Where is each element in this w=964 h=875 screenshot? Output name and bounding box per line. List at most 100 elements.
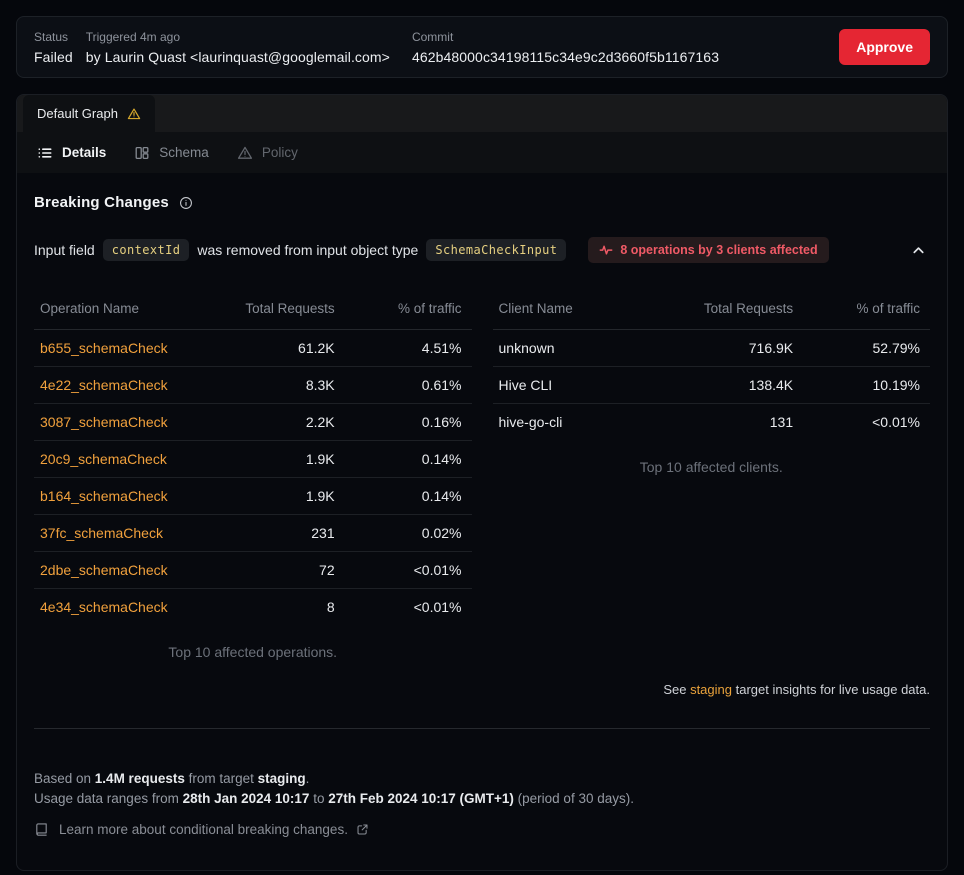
learn-more-label: Learn more about conditional breaking ch… [59,822,348,837]
table-row: unknown 716.9K 52.79% [493,330,931,367]
usage-summary-line1: Based on 1.4M requests from target stagi… [34,769,930,789]
tab-schema-label: Schema [159,145,209,160]
triggered-block: Triggered 4m ago by Laurin Quast <laurin… [86,30,390,65]
usage-tables: Operation Name Total Requests % of traff… [34,291,930,660]
commit-hash: 462b48000c34198115c34e9c2d3660f5b1167163 [412,49,719,65]
graph-tabstrip: Default Graph [17,95,947,132]
col-traffic: % of traffic [803,291,930,330]
requests-value: 716.9K [685,330,803,367]
table-row: Hive CLI 138.4K 10.19% [493,367,931,404]
table-row: 2dbe_schemaCheck 72 <0.01% [34,552,472,589]
col-total-requests: Total Requests [227,291,345,330]
tab-default-graph[interactable]: Default Graph [23,95,155,132]
tab-details[interactable]: Details [23,145,120,161]
operations-caption: Top 10 affected operations. [34,644,472,660]
table-row: b655_schemaCheck 61.2K 4.51% [34,330,472,367]
col-traffic: % of traffic [345,291,472,330]
summary-text: (period of 30 days). [514,791,634,806]
traffic-value: 52.79% [803,330,930,367]
schema-check-page: Status Failed Triggered 4m ago by Laurin… [0,0,964,875]
operation-link[interactable]: 20c9_schemaCheck [40,451,167,467]
affected-badge-label: 8 operations by 3 clients affected [620,243,817,257]
col-client-name: Client Name [493,291,686,330]
warning-triangle-icon [237,145,253,161]
traffic-value: 0.61% [345,367,472,404]
traffic-value: 0.14% [345,478,472,515]
traffic-value: 0.02% [345,515,472,552]
info-icon[interactable] [179,196,193,210]
type-code-badge: SchemaCheckInput [426,239,566,261]
triggered-author: by Laurin Quast <laurinquast@googlemail.… [86,49,390,65]
status-value: Failed [34,49,73,65]
client-name: hive-go-cli [493,404,686,441]
operations-table: Operation Name Total Requests % of traff… [34,291,472,626]
requests-value: 2.2K [227,404,345,441]
client-name: Hive CLI [493,367,686,404]
requests-value: 8 [227,589,345,626]
status-block: Status Failed [34,30,73,65]
change-text-prefix: Input field [34,242,95,258]
tab-details-label: Details [62,145,106,160]
footer-divider [34,728,930,729]
external-link-icon [356,823,369,836]
tab-schema[interactable]: Schema [120,145,223,161]
requests-value: 131 [685,404,803,441]
requests-value: 8.3K [227,367,345,404]
usage-summary: Based on 1.4M requests from target stagi… [34,769,930,809]
list-icon [37,145,53,161]
client-name: unknown [493,330,686,367]
approve-button[interactable]: Approve [839,29,930,65]
table-row: 37fc_schemaCheck 231 0.02% [34,515,472,552]
operation-link[interactable]: 4e22_schemaCheck [40,377,168,393]
target-name: staging [258,771,306,786]
check-header-card: Status Failed Triggered 4m ago by Laurin… [16,16,948,78]
operation-link[interactable]: 37fc_schemaCheck [40,525,163,541]
clients-table-panel: Client Name Total Requests % of traffic … [493,291,931,660]
operation-link[interactable]: b655_schemaCheck [40,340,168,356]
table-row: b164_schemaCheck 1.9K 0.14% [34,478,472,515]
range-end: 27th Feb 2024 10:17 (GMT+1) [328,791,514,806]
summary-text: from target [185,771,258,786]
staging-target-link[interactable]: staging [690,682,732,697]
table-row: 4e22_schemaCheck 8.3K 0.61% [34,367,472,404]
summary-text: to [309,791,328,806]
operation-link[interactable]: 3087_schemaCheck [40,414,168,430]
table-header-row: Client Name Total Requests % of traffic [493,291,931,330]
table-row: 4e34_schemaCheck 8 <0.01% [34,589,472,626]
affected-operations-badge[interactable]: 8 operations by 3 clients affected [588,237,828,263]
requests-value: 1.9K [227,441,345,478]
details-content: Breaking Changes Input field contextId w… [17,194,947,837]
check-detail-card: Default Graph Details Schema [16,94,948,871]
range-start: 28th Jan 2024 10:17 [183,791,310,806]
change-text-middle: was removed from input object type [197,242,418,258]
breaking-change-row[interactable]: Input field contextId was removed from i… [34,237,930,263]
page-title: Breaking Changes [34,194,169,211]
insights-pre: See [663,682,690,697]
chevron-up-icon[interactable] [907,239,930,262]
operation-link[interactable]: b164_schemaCheck [40,488,168,504]
clients-caption: Top 10 affected clients. [493,459,931,475]
traffic-value: <0.01% [345,552,472,589]
clients-table: Client Name Total Requests % of traffic … [493,291,931,441]
traffic-value: <0.01% [345,589,472,626]
table-row: hive-go-cli 131 <0.01% [493,404,931,441]
tab-policy[interactable]: Policy [223,145,312,161]
insights-post: target insights for live usage data. [732,682,930,697]
target-insights-note: See staging target insights for live usa… [34,682,930,697]
requests-value: 138.4K [685,367,803,404]
commit-block: Commit 462b48000c34198115c34e9c2d3660f5b… [412,30,719,65]
traffic-value: 0.16% [345,404,472,441]
col-operation-name: Operation Name [34,291,227,330]
field-code-badge: contextId [103,239,190,261]
traffic-value: 0.14% [345,441,472,478]
requests-value: 61.2K [227,330,345,367]
summary-text: Based on [34,771,95,786]
learn-more-link[interactable]: Learn more about conditional breaking ch… [34,822,930,837]
operation-link[interactable]: 4e34_schemaCheck [40,599,168,615]
traffic-value: 10.19% [803,367,930,404]
usage-summary-line2: Usage data ranges from 28th Jan 2024 10:… [34,789,930,809]
operation-link[interactable]: 2dbe_schemaCheck [40,562,168,578]
requests-value: 231 [227,515,345,552]
traffic-value: 4.51% [345,330,472,367]
tab-policy-label: Policy [262,145,298,160]
